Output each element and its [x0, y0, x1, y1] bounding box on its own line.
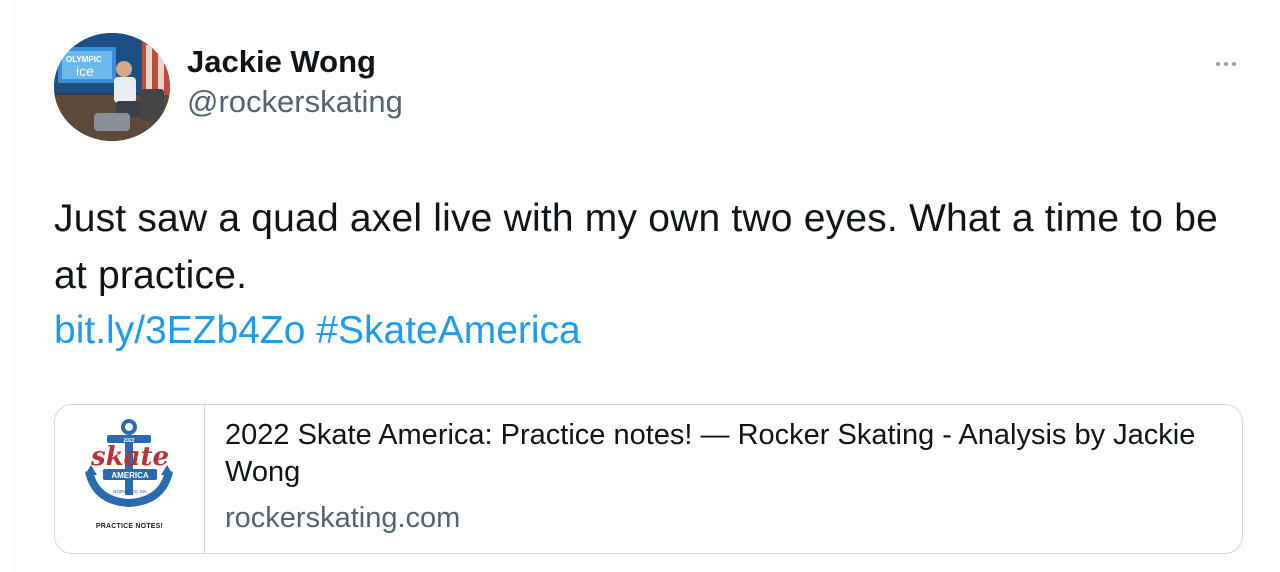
logo-banner: AMERICA [111, 471, 149, 480]
more-horizontal-icon [1216, 62, 1220, 66]
logo-script: skate [90, 442, 169, 472]
handle[interactable]: @rockerskating [187, 84, 403, 120]
anchor-logo: 2022 skate AMERICA NORWOOD, MA [85, 419, 173, 508]
more-horizontal-icon-dot [1232, 62, 1236, 66]
more-horizontal-icon-dot [1224, 62, 1228, 66]
display-name[interactable]: Jackie Wong [187, 44, 376, 80]
avatar[interactable]: OLYMPIC ice [54, 33, 170, 141]
thumb-caption: PRACTICE NOTES! [95, 523, 164, 530]
avatar-text-bottom: ice [76, 63, 94, 79]
logo-location: NORWOOD, MA [113, 489, 147, 494]
avatar-image: OLYMPIC ice [54, 33, 170, 141]
more-options-button[interactable] [1201, 44, 1251, 84]
tweet: OLYMPIC ice Jackie Wong @rockerskating J… [14, 0, 1280, 572]
tweet-links: bit.ly/3EZb4Zo #SkateAmerica [54, 302, 581, 359]
card-domain: rockerskating.com [225, 502, 461, 534]
tweet-text: Just saw a quad axel live with my own tw… [54, 197, 1219, 297]
card-thumbnail: 2022 skate AMERICA NORWOOD, MA PRACTICE … [55, 405, 205, 553]
tweet-link[interactable]: bit.ly/3EZb4Zo [54, 309, 305, 352]
link-card[interactable]: 2022 skate AMERICA NORWOOD, MA PRACTICE … [54, 404, 1243, 554]
card-title: 2022 Skate America: Practice notes! — Ro… [225, 419, 1196, 488]
hashtag-link[interactable]: #SkateAmerica [316, 309, 580, 352]
